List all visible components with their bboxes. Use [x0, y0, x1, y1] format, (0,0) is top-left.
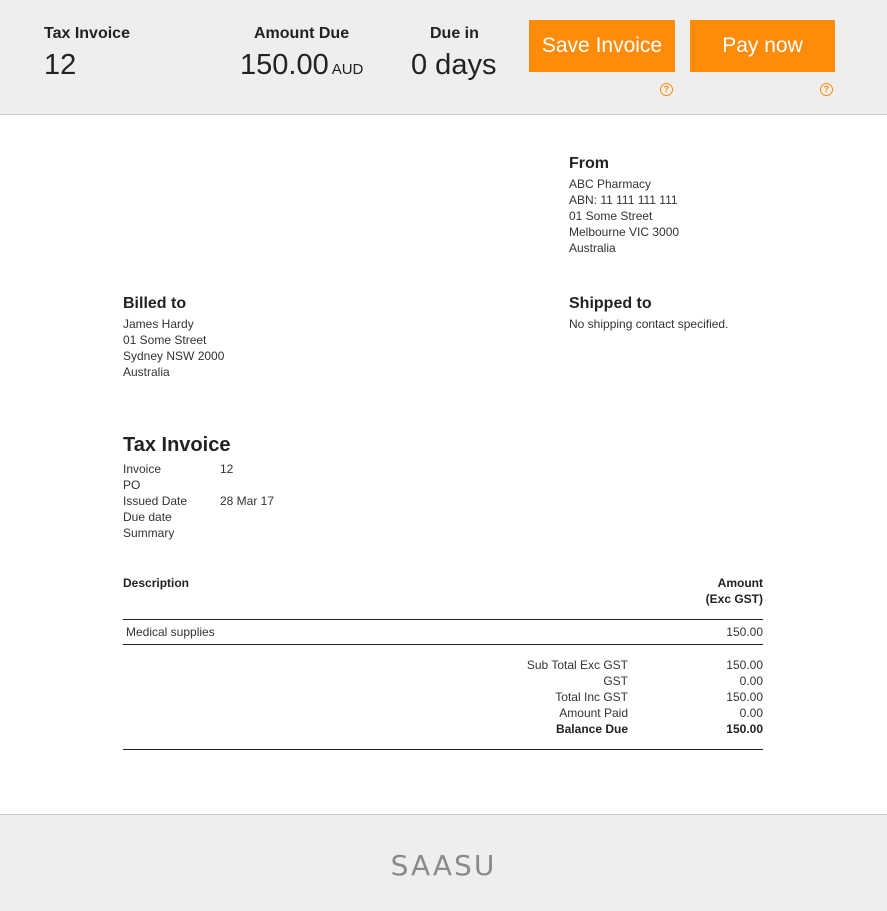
description-header: Description — [123, 576, 190, 590]
shipped-to-title: Shipped to — [569, 295, 652, 312]
shipped-to-address: No shipping contact specified. — [569, 316, 728, 332]
from-line: Australia — [569, 241, 616, 255]
from-line: Melbourne VIC 3000 — [569, 225, 680, 239]
invoice-number: 12 — [44, 49, 77, 81]
document-title: Tax Invoice — [123, 434, 231, 456]
totals-divider — [123, 749, 763, 750]
shipped-to-line: No shipping contact specified. — [569, 317, 729, 331]
billed-to-title: Billed to — [123, 295, 187, 312]
billed-to-line: James Hardy — [123, 317, 194, 331]
save-invoice-button[interactable]: Save Invoice — [529, 20, 675, 72]
footer: SAASU — [0, 814, 887, 911]
due-in-value: 0 days — [411, 49, 497, 81]
total-row: Sub Total Exc GST 150.00 — [123, 657, 763, 673]
from-line: ABC Pharmacy — [569, 177, 652, 191]
meta-label: Summary — [123, 526, 175, 540]
amount-due-currency: AUD — [331, 61, 364, 78]
total-row: Amount Paid 0.00 — [123, 705, 763, 721]
amount-due-label: Amount Due — [254, 25, 350, 42]
amount-due-number: 150.00 — [240, 49, 329, 81]
meta-row-invoice: Invoice 12 — [123, 461, 274, 477]
meta-row-issued-date: Issued Date 28 Mar 17 — [123, 493, 274, 509]
total-value: 150.00 — [726, 722, 763, 736]
billed-to-line: Australia — [123, 365, 170, 379]
billed-to-line: Sydney NSW 2000 — [123, 349, 225, 363]
total-label: Amount Paid — [559, 706, 628, 720]
total-value: 0.00 — [739, 674, 763, 688]
due-in-label: Due in — [430, 25, 479, 42]
total-value: 0.00 — [739, 706, 763, 720]
total-label: Sub Total Exc GST — [526, 658, 628, 672]
from-title: From — [569, 155, 609, 172]
total-value: 150.00 — [726, 690, 763, 704]
billed-to-line: 01 Some Street — [123, 333, 207, 347]
table-divider — [123, 644, 763, 645]
meta-row-po: PO — [123, 477, 274, 493]
amount-due-value: 150.00 AUD — [240, 49, 363, 82]
invoice-label: Tax Invoice — [44, 25, 130, 42]
from-line: ABN: 11 111 111 111 — [569, 193, 678, 207]
total-label: GST — [603, 674, 628, 688]
meta-label: Due date — [123, 510, 172, 524]
from-address: ABC Pharmacy ABN: 11 111 111 111 01 Some… — [569, 176, 679, 256]
total-value: 150.00 — [726, 658, 763, 672]
meta-label: Invoice — [123, 462, 162, 476]
meta-value: 28 Mar 17 — [220, 494, 275, 508]
meta-row-due-date: Due date — [123, 509, 274, 525]
pay-now-button[interactable]: Pay now — [690, 20, 835, 72]
total-row: GST 0.00 — [123, 673, 763, 689]
total-label: Balance Due — [555, 722, 628, 736]
pay-help-icon[interactable]: ? — [820, 83, 833, 96]
invoice-meta: Invoice 12 PO Issued Date 28 Mar 17 Due da… — [123, 461, 274, 541]
amount-header: Amount — [717, 576, 763, 590]
meta-value: 12 — [220, 462, 234, 476]
total-row: Total Inc GST 150.00 — [123, 689, 763, 705]
table-divider — [123, 619, 763, 620]
total-label: Total Inc GST — [555, 690, 628, 704]
meta-label: PO — [123, 478, 141, 492]
meta-row-summary: Summary — [123, 525, 274, 541]
totals-block: Sub Total Exc GST 150.00 GST 0.00 Total In… — [123, 657, 763, 737]
line-item-amount: 150.00 — [726, 625, 763, 639]
saasu-logo: SAASU — [390, 849, 497, 882]
from-line: 01 Some Street — [569, 209, 653, 223]
balance-due-row: Balance Due 150.00 — [123, 721, 763, 737]
save-help-icon[interactable]: ? — [660, 83, 673, 96]
meta-label: Issued Date — [123, 494, 188, 508]
invoice-header-bar: Tax Invoice 12 Amount Due 150.00 AUD Due … — [0, 0, 887, 115]
line-item-description: Medical supplies — [126, 625, 215, 639]
amount-header-sub: (Exc GST) — [705, 592, 763, 606]
billed-to-address: James Hardy 01 Some Street Sydney NSW 20… — [123, 316, 224, 380]
